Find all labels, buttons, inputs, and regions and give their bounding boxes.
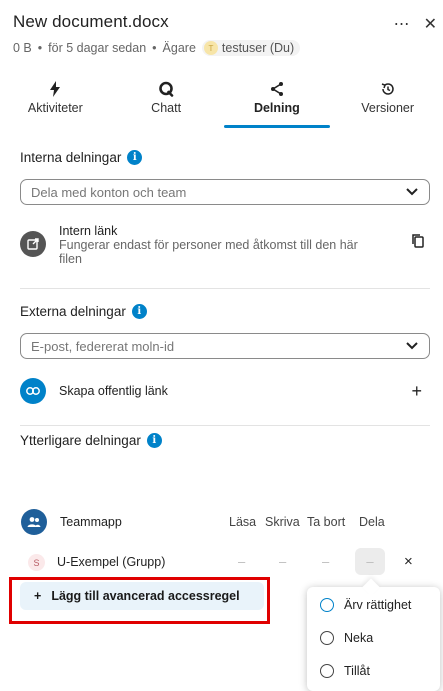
section-title-text: Externa delningar bbox=[20, 304, 126, 319]
team-folder-label: Teammapp bbox=[60, 515, 122, 529]
separator-dot: • bbox=[37, 41, 43, 55]
radio-deny[interactable]: Neka bbox=[320, 631, 373, 645]
tab-label: Delning bbox=[253, 101, 300, 115]
chevron-down-icon bbox=[405, 339, 419, 353]
radio-button bbox=[320, 598, 334, 612]
perm-share-value: – bbox=[366, 554, 374, 569]
perm-header-share: Dela bbox=[359, 515, 385, 529]
section-title: Externa delningar i bbox=[20, 304, 430, 319]
section-title-text: Ytterligare delningar bbox=[20, 433, 141, 448]
external-link-icon bbox=[20, 231, 46, 257]
remove-group-button[interactable]: × bbox=[404, 553, 413, 570]
additional-shares-section: Ytterligare delningar i bbox=[20, 433, 430, 463]
internal-link-desc: Fungerar endast för personer med åtkomst… bbox=[59, 238, 358, 266]
radio-allow[interactable]: Tillåt bbox=[320, 664, 370, 678]
section-title-text: Interna delningar bbox=[20, 150, 122, 165]
internal-link-title: Intern länk bbox=[59, 224, 118, 238]
radio-label: Ärv rättighet bbox=[344, 598, 412, 612]
public-link-row[interactable]: Skapa offentlig länk + bbox=[20, 378, 430, 404]
info-icon[interactable]: i bbox=[131, 304, 147, 319]
perm-read-value[interactable]: – bbox=[238, 554, 245, 569]
tab-label: Chatt bbox=[151, 101, 182, 115]
radio-button bbox=[320, 631, 334, 645]
plus-icon[interactable]: + bbox=[411, 381, 422, 402]
tab-versioner[interactable]: Versioner bbox=[332, 76, 443, 128]
link-icon bbox=[20, 378, 46, 404]
activity-bolt-icon bbox=[49, 80, 61, 98]
tab-delning[interactable]: Delning bbox=[222, 76, 333, 128]
sidebar-header: New document.docx 0 B • för 5 dagar seda… bbox=[13, 8, 443, 64]
internal-share-select[interactable]: Dela med konton och team bbox=[20, 179, 430, 205]
permission-popup: Ärv rättighet Neka Tillåt bbox=[307, 587, 440, 691]
file-size: 0 B bbox=[13, 41, 32, 55]
perm-header-write: Skriva bbox=[265, 515, 300, 529]
perm-header-delete: Ta bort bbox=[307, 515, 346, 529]
perm-write-value[interactable]: – bbox=[279, 554, 286, 569]
radio-inherit[interactable]: Ärv rättighet bbox=[320, 598, 411, 612]
owner-name: testuser (Du) bbox=[221, 41, 295, 55]
owner-chip[interactable]: T testuser (Du) bbox=[201, 40, 301, 56]
avatar: S bbox=[28, 554, 45, 571]
close-icon[interactable]: ✕ bbox=[424, 14, 437, 34]
section-title: Interna delningar i bbox=[20, 150, 430, 165]
tab-chatt[interactable]: Chatt bbox=[111, 76, 222, 128]
sidebar-tabs: Aktiviteter Chatt Delning Versioner bbox=[0, 76, 443, 128]
team-folder-icon bbox=[21, 509, 47, 535]
info-icon[interactable]: i bbox=[146, 433, 162, 448]
external-share-select[interactable]: E-post, federerat moln-id bbox=[20, 333, 430, 359]
history-icon bbox=[380, 80, 396, 98]
select-placeholder: E-post, federerat moln-id bbox=[31, 338, 175, 354]
chevron-down-icon bbox=[405, 185, 419, 199]
divider bbox=[20, 288, 430, 289]
tab-label: Aktiviteter bbox=[27, 101, 83, 115]
radio-button bbox=[320, 664, 334, 678]
public-link-label: Skapa offentlig länk bbox=[59, 384, 168, 398]
select-placeholder: Dela med konton och team bbox=[31, 184, 187, 200]
divider bbox=[20, 425, 430, 426]
internal-shares-section: Interna delningar i Dela med konton och … bbox=[20, 150, 430, 280]
file-meta: 0 B • för 5 dagar sedan • Ägare T testus… bbox=[13, 40, 301, 56]
radio-label: Neka bbox=[344, 631, 374, 645]
group-name: U-Exempel (Grupp) bbox=[57, 555, 166, 569]
copy-icon[interactable] bbox=[412, 234, 424, 251]
highlight-box bbox=[9, 577, 270, 624]
section-title: Ytterligare delningar i bbox=[20, 433, 430, 448]
separator-dot: • bbox=[152, 41, 157, 55]
radio-label: Tillåt bbox=[344, 664, 370, 678]
more-horizontal-icon[interactable]: ⋯ bbox=[394, 14, 410, 34]
tab-label: Versioner bbox=[361, 101, 415, 115]
perm-share-toggle[interactable]: – bbox=[355, 548, 385, 575]
avatar: T bbox=[203, 41, 218, 55]
external-shares-section: Externa delningar i E-post, federerat mo… bbox=[20, 304, 430, 414]
info-icon[interactable]: i bbox=[127, 150, 143, 165]
file-modified: för 5 dagar sedan bbox=[48, 41, 147, 55]
share-icon bbox=[269, 80, 285, 98]
perm-header-read: Läsa bbox=[229, 515, 257, 529]
chat-icon bbox=[158, 80, 174, 98]
perm-delete-value[interactable]: – bbox=[322, 554, 329, 569]
tab-aktiviteter[interactable]: Aktiviteter bbox=[0, 76, 111, 128]
owner-label: Ägare bbox=[162, 41, 196, 55]
file-title: New document.docx bbox=[13, 12, 169, 31]
internal-link-row: Intern länk Fungerar endast för personer… bbox=[20, 224, 430, 266]
